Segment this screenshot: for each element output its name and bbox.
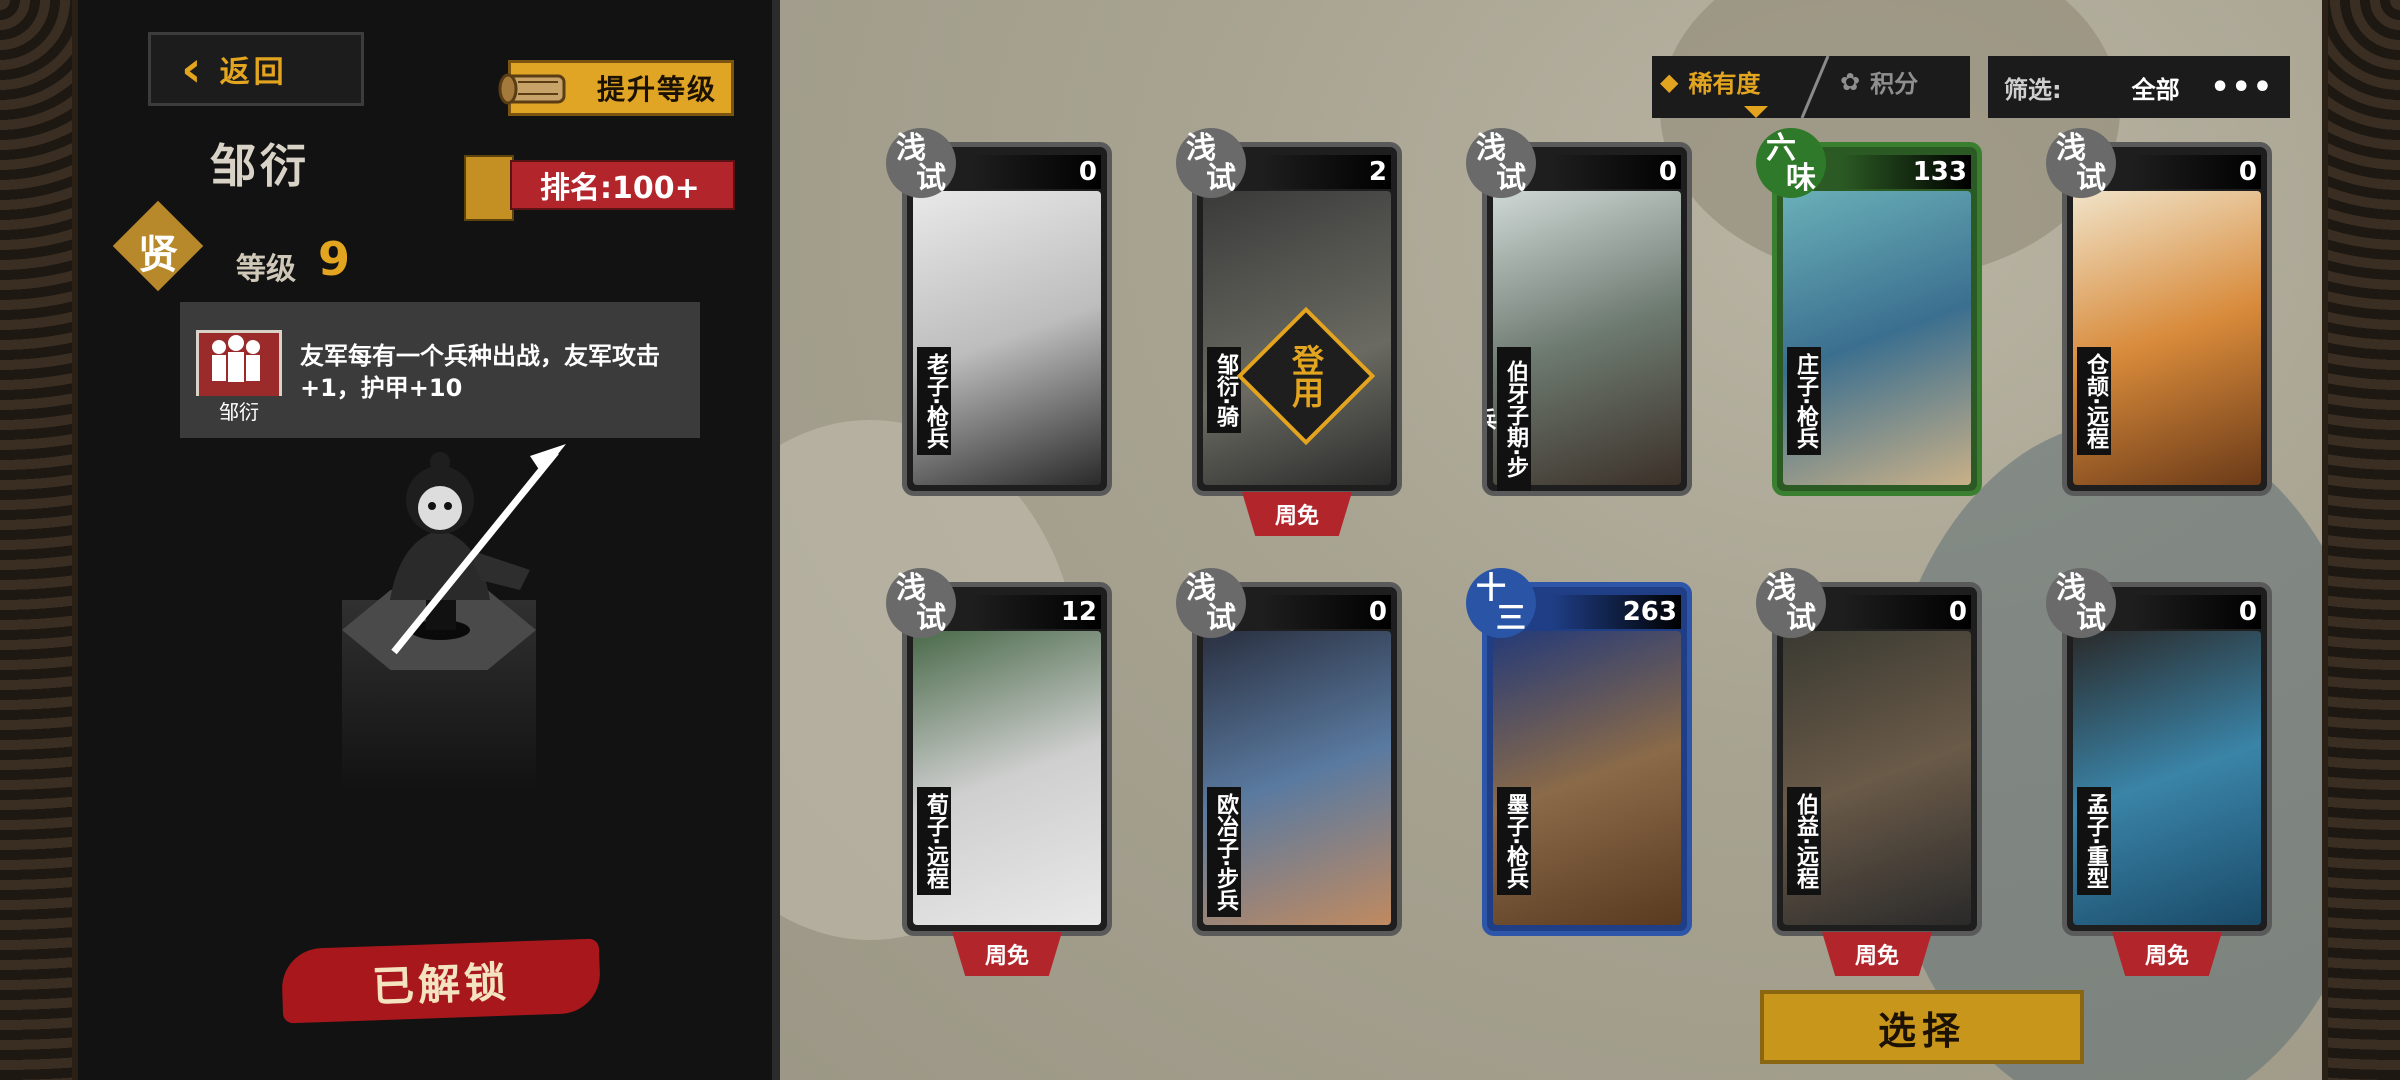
rarity-badge-char: 试	[1786, 601, 1816, 636]
diamond-icon: ◆	[1660, 67, 1679, 96]
level-value: 9	[318, 232, 351, 286]
hero-card-count: 0	[1078, 157, 1097, 187]
hero-name: 邹衍	[210, 139, 310, 193]
back-button[interactable]: ‹ 返回	[148, 32, 364, 106]
rarity-badge-char: 六	[1766, 131, 1796, 166]
unlocked-label: 已解锁	[371, 957, 511, 1011]
filter-dropdown[interactable]: 筛选: 全部 •••	[1988, 56, 2290, 118]
skill-icon-label: 邹衍	[196, 396, 282, 425]
hero-card-name: 仓颉·远程	[2077, 347, 2111, 456]
unlocked-status: 已解锁	[280, 938, 602, 1024]
weekly-free-tag: 周免	[2112, 932, 2222, 976]
rarity-badge-char: 浅	[1186, 131, 1216, 166]
more-icon[interactable]: •••	[2210, 70, 2274, 105]
select-button[interactable]: 选择	[1760, 990, 2084, 1064]
rarity-badge: 六味	[1756, 128, 1826, 198]
sort-rarity-tab[interactable]: ◆ 稀有度	[1660, 64, 1760, 99]
sort-rarity-label: 稀有度	[1688, 70, 1761, 98]
scroll-icon	[498, 73, 566, 105]
sort-score-tab[interactable]: ✿ 积分	[1840, 64, 1918, 99]
flower-icon: ✿	[1840, 67, 1861, 96]
upgrade-label: 提升等级	[596, 73, 717, 106]
sort-score-label: 积分	[1870, 70, 1919, 98]
hero-card-count: 0	[2238, 157, 2257, 187]
rarity-badge: 浅试	[886, 128, 956, 198]
rarity-badge-char: 试	[2076, 601, 2106, 636]
rarity-badge-char: 浅	[1766, 571, 1796, 606]
hero-card-name: 孟子·重型	[2077, 787, 2111, 896]
hero-card-name: 墨子·枪兵	[1497, 787, 1531, 896]
back-label: 返回	[219, 55, 288, 90]
hero-card-name: 庄子·枪兵	[1787, 347, 1821, 456]
hero-card-name: 荀子·远程	[917, 787, 951, 896]
rank-portrait-icon	[464, 155, 514, 221]
hero-card-name: 欧冶子·步兵	[1207, 787, 1241, 918]
rarity-badge-char: 试	[916, 161, 946, 196]
hero-card-count: 0	[2238, 597, 2257, 627]
rarity-badge: 浅试	[2046, 128, 2116, 198]
active-tab-indicator	[1744, 106, 1768, 118]
right-ornament-frame	[2322, 0, 2400, 1080]
rarity-badge: 浅试	[1176, 128, 1246, 198]
rarity-badge: 浅试	[886, 568, 956, 638]
hero-card-count: 0	[1368, 597, 1387, 627]
rarity-badge: 浅试	[2046, 568, 2116, 638]
hero-card-count: 0	[1948, 597, 1967, 627]
tab-separator	[1800, 56, 1830, 118]
hero-card-name: 伯牙子期·步兵	[1487, 347, 1531, 491]
rarity-badge-char: 浅	[2056, 131, 2086, 166]
rarity-badge-char: 试	[1496, 161, 1526, 196]
filter-value: 全部	[2131, 75, 2180, 104]
hero-card-count: 2	[1368, 157, 1387, 187]
rarity-badge-char: 十	[1476, 571, 1506, 606]
rarity-badge-char: 浅	[1186, 571, 1216, 606]
rank-display: 排名:100+	[510, 160, 735, 210]
rarity-badge-char: 试	[1206, 161, 1236, 196]
hero-card-count: 12	[1060, 597, 1097, 627]
hero-card-name: 邹衍·骑	[1207, 347, 1241, 434]
rarity-badge-char: 浅	[896, 571, 926, 606]
hero-figure	[390, 444, 566, 655]
skill-description: 友军每有一个兵种出战，友军攻击+1，护甲+10	[300, 342, 660, 402]
select-label: 选择	[1877, 1008, 1966, 1053]
weekly-free-tag: 周免	[1242, 492, 1352, 536]
hero-card-name: 老子·枪兵	[917, 347, 951, 456]
hero-card-count: 133	[1912, 157, 1967, 187]
rarity-badge-char: 味	[1786, 161, 1816, 196]
rarity-badge-char: 三	[1496, 601, 1526, 636]
rarity-badge: 十三	[1466, 568, 1536, 638]
panel-divider	[772, 0, 780, 1080]
filter-label: 筛选:	[2004, 75, 2062, 104]
rarity-badge: 浅试	[1756, 568, 1826, 638]
rarity-badge-char: 试	[916, 601, 946, 636]
grade-char: 贤	[138, 232, 178, 278]
rarity-badge-char: 浅	[2056, 571, 2086, 606]
weekly-free-tag: 周免	[1822, 932, 1932, 976]
rarity-badge: 浅试	[1176, 568, 1246, 638]
recruit-overlay-label: 登用	[1287, 344, 1325, 408]
weekly-free-tag: 周免	[952, 932, 1062, 976]
hero-card-name: 伯益·远程	[1787, 787, 1821, 896]
level-label: 等级	[236, 252, 296, 287]
rarity-badge-char: 浅	[896, 131, 926, 166]
chevron-left-icon: ‹	[181, 40, 202, 98]
left-ornament-frame	[0, 0, 78, 1080]
hero-card-count: 263	[1622, 597, 1677, 627]
rarity-badge: 浅试	[1466, 128, 1536, 198]
rarity-badge-char: 试	[2076, 161, 2106, 196]
rarity-badge-char: 试	[1206, 601, 1236, 636]
rarity-badge-char: 浅	[1476, 131, 1506, 166]
hero-card-count: 0	[1658, 157, 1677, 187]
